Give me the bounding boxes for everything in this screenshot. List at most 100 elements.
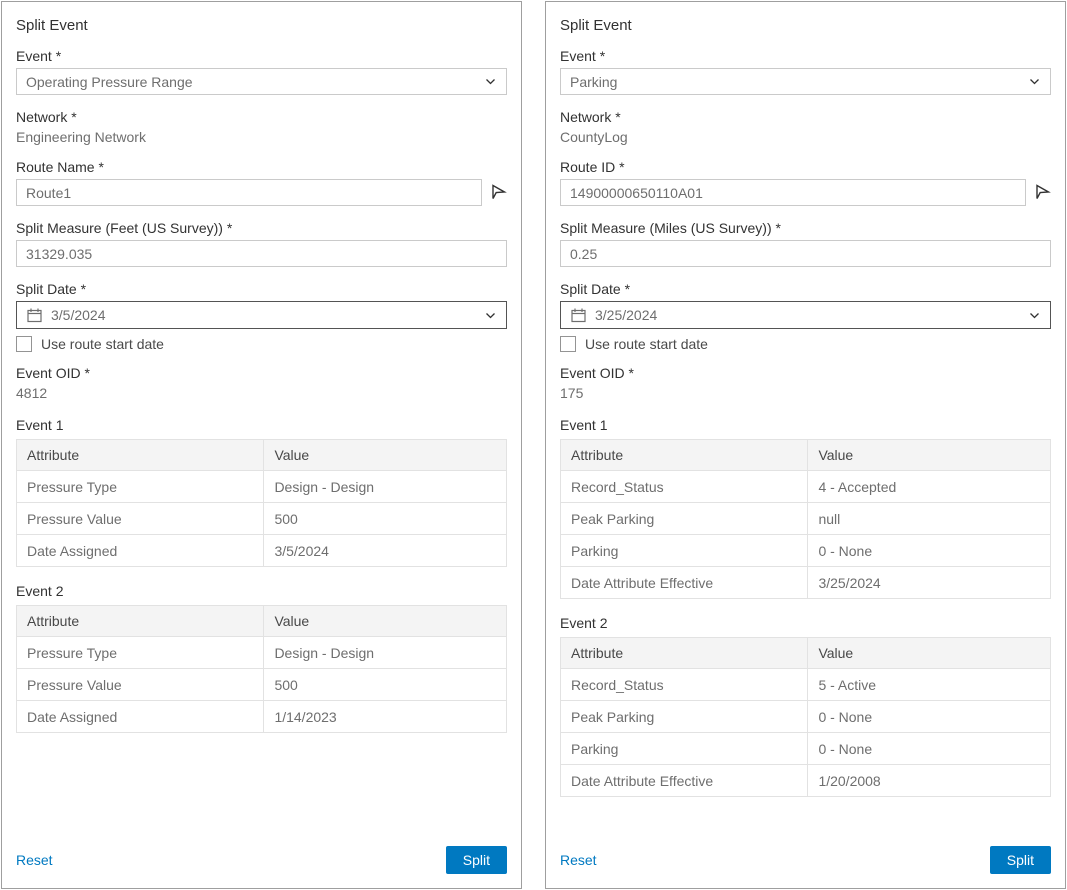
panel-title: Split Event xyxy=(16,17,507,34)
table-row: Parking0 - None xyxy=(561,733,1051,765)
calendar-icon xyxy=(26,307,43,324)
use-route-start-date-checkbox[interactable] xyxy=(560,336,576,352)
value-cell: 0 - None xyxy=(808,535,1051,567)
split-button[interactable]: Split xyxy=(446,846,507,874)
table-row: Pressure TypeDesign - Design xyxy=(17,637,507,669)
attribute-cell: Parking xyxy=(561,535,808,567)
table-row: Date Assigned3/5/2024 xyxy=(17,535,507,567)
route-input[interactable] xyxy=(16,179,482,206)
split-measure-label: Split Measure (Feet (US Survey)) * xyxy=(16,220,507,236)
attribute-column-header: Attribute xyxy=(17,440,264,471)
table-row: Date Attribute Effective3/25/2024 xyxy=(561,567,1051,599)
value-cell: 0 - None xyxy=(808,733,1051,765)
event1-heading: Event 1 xyxy=(560,417,1051,433)
table-header-row: Attribute Value xyxy=(17,440,507,471)
use-route-start-date-row: Use route start date xyxy=(16,336,507,352)
route-input-row xyxy=(16,175,507,206)
network-value: Engineering Network xyxy=(16,129,507,145)
split-event-panel-right: Split Event Event * Parking Network * Co… xyxy=(545,1,1066,889)
value-column-header: Value xyxy=(264,606,507,637)
chevron-down-icon xyxy=(1028,309,1041,322)
table-header-row: Attribute Value xyxy=(17,606,507,637)
attribute-cell: Peak Parking xyxy=(561,701,808,733)
split-event-widgets: Split Event Event * Operating Pressure R… xyxy=(0,0,1067,890)
split-date-picker[interactable]: 3/25/2024 xyxy=(560,301,1051,329)
reset-button[interactable]: Reset xyxy=(16,852,53,868)
event-oid-label: Event OID * xyxy=(16,365,507,381)
attribute-cell: Peak Parking xyxy=(561,503,808,535)
attribute-cell: Pressure Value xyxy=(17,669,264,701)
event-label: Event * xyxy=(560,48,1051,64)
table-row: Peak Parkingnull xyxy=(561,503,1051,535)
split-date-label: Split Date * xyxy=(16,281,507,297)
attribute-cell: Record_Status xyxy=(561,471,808,503)
split-date-label: Split Date * xyxy=(560,281,1051,297)
split-event-panel-left: Split Event Event * Operating Pressure R… xyxy=(1,1,522,889)
attribute-cell: Date Assigned xyxy=(17,535,264,567)
value-cell: null xyxy=(808,503,1051,535)
network-value: CountyLog xyxy=(560,129,1051,145)
event-select[interactable]: Parking xyxy=(560,68,1051,95)
table-row: Date Attribute Effective1/20/2008 xyxy=(561,765,1051,797)
attribute-cell: Parking xyxy=(561,733,808,765)
split-date-value: 3/5/2024 xyxy=(51,307,476,323)
value-cell: 3/25/2024 xyxy=(808,567,1051,599)
select-route-pointer-icon[interactable] xyxy=(1034,180,1051,201)
network-label: Network * xyxy=(560,109,1051,125)
event-select-value: Parking xyxy=(570,74,617,90)
use-route-start-date-label: Use route start date xyxy=(585,336,708,352)
value-cell: 0 - None xyxy=(808,701,1051,733)
event-label: Event * xyxy=(16,48,507,64)
panel-footer: Reset Split xyxy=(560,846,1051,874)
attribute-column-header: Attribute xyxy=(17,606,264,637)
split-measure-input[interactable] xyxy=(560,240,1051,267)
event-select-value: Operating Pressure Range xyxy=(26,74,193,90)
route-label: Route ID * xyxy=(560,159,1051,175)
split-date-picker[interactable]: 3/5/2024 xyxy=(16,301,507,329)
use-route-start-date-checkbox[interactable] xyxy=(16,336,32,352)
split-measure-input[interactable] xyxy=(16,240,507,267)
route-input[interactable] xyxy=(560,179,1026,206)
use-route-start-date-label: Use route start date xyxy=(41,336,164,352)
value-cell: 1/20/2008 xyxy=(808,765,1051,797)
select-route-pointer-icon[interactable] xyxy=(490,180,507,201)
value-cell: 1/14/2023 xyxy=(264,701,507,733)
chevron-down-icon xyxy=(484,309,497,322)
attribute-cell: Pressure Type xyxy=(17,471,264,503)
split-measure-label: Split Measure (Miles (US Survey)) * xyxy=(560,220,1051,236)
table-row: Peak Parking0 - None xyxy=(561,701,1051,733)
table-row: Pressure Value500 xyxy=(17,669,507,701)
value-cell: Design - Design xyxy=(264,637,507,669)
route-input-row xyxy=(560,175,1051,206)
value-column-header: Value xyxy=(808,440,1051,471)
reset-button[interactable]: Reset xyxy=(560,852,597,868)
value-cell: 5 - Active xyxy=(808,669,1051,701)
event1-table: Attribute Value Pressure TypeDesign - De… xyxy=(16,439,507,567)
use-route-start-date-row: Use route start date xyxy=(560,336,1051,352)
value-column-header: Value xyxy=(264,440,507,471)
attribute-column-header: Attribute xyxy=(561,440,808,471)
event1-table: Attribute Value Record_Status4 - Accepte… xyxy=(560,439,1051,599)
event-select[interactable]: Operating Pressure Range xyxy=(16,68,507,95)
table-row: Date Assigned1/14/2023 xyxy=(17,701,507,733)
attribute-cell: Date Attribute Effective xyxy=(561,567,808,599)
calendar-icon xyxy=(570,307,587,324)
split-date-value: 3/25/2024 xyxy=(595,307,1020,323)
attribute-cell: Record_Status xyxy=(561,669,808,701)
attribute-cell: Date Attribute Effective xyxy=(561,765,808,797)
table-row: Record_Status4 - Accepted xyxy=(561,471,1051,503)
attribute-cell: Pressure Value xyxy=(17,503,264,535)
value-cell: 4 - Accepted xyxy=(808,471,1051,503)
panel-title: Split Event xyxy=(560,17,1051,34)
split-button[interactable]: Split xyxy=(990,846,1051,874)
event1-heading: Event 1 xyxy=(16,417,507,433)
attribute-column-header: Attribute xyxy=(561,638,808,669)
route-label: Route Name * xyxy=(16,159,507,175)
event2-heading: Event 2 xyxy=(560,615,1051,631)
table-header-row: Attribute Value xyxy=(561,440,1051,471)
value-cell: 500 xyxy=(264,669,507,701)
table-row: Parking0 - None xyxy=(561,535,1051,567)
event2-table: Attribute Value Record_Status5 - ActiveP… xyxy=(560,637,1051,797)
attribute-cell: Pressure Type xyxy=(17,637,264,669)
value-cell: 3/5/2024 xyxy=(264,535,507,567)
